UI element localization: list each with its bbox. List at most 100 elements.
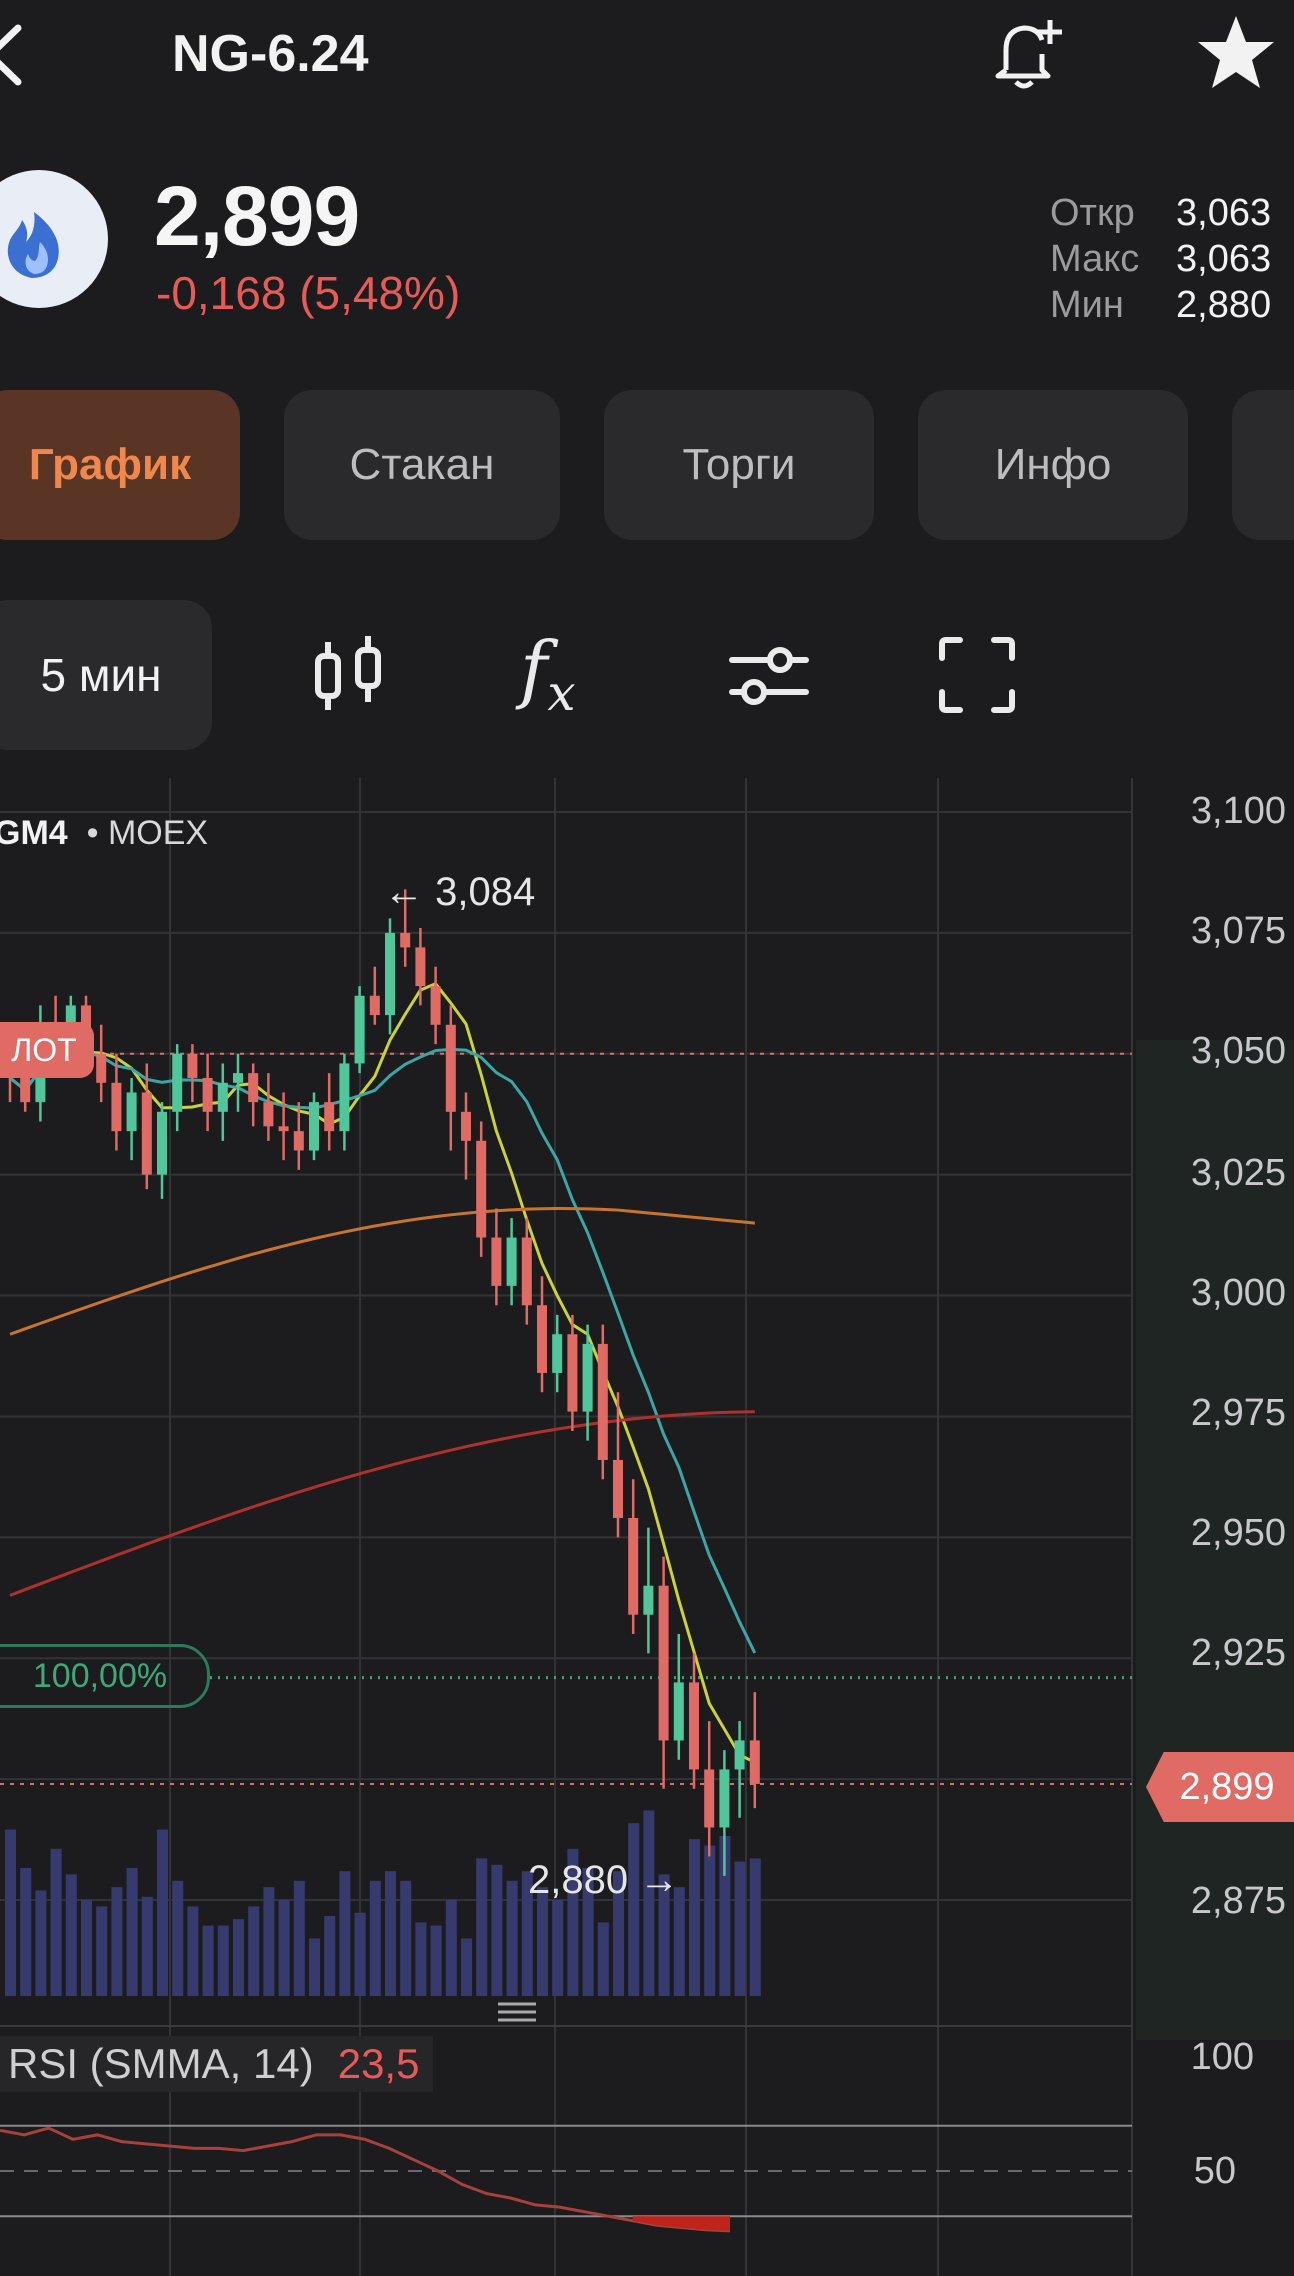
candle-body — [309, 1102, 319, 1151]
candle-body — [704, 1769, 715, 1828]
volume-bar — [172, 1880, 184, 1996]
favorite-star-icon[interactable] — [1196, 12, 1276, 92]
y-axis-label: 3,050 — [1190, 1030, 1286, 1072]
stat-label: Макс — [1050, 238, 1140, 280]
candle-body — [187, 1053, 198, 1078]
volume-bar — [734, 1861, 746, 1996]
candle-body — [248, 1073, 259, 1103]
volume-bar — [157, 1829, 168, 1996]
volume-bar — [461, 1938, 472, 1996]
ma-long-line — [9, 1410, 755, 1597]
candle-body — [491, 1237, 502, 1286]
settings-sliders-icon[interactable] — [724, 630, 814, 720]
volume-bar — [111, 1887, 123, 1996]
high-annotation: ← 3,084 — [384, 870, 536, 914]
candle-body — [385, 932, 395, 1016]
y-axis-label: 3,075 — [1190, 910, 1286, 952]
volume-bar — [96, 1906, 108, 1996]
volume-bar — [597, 1922, 609, 1996]
candle-body — [643, 1585, 654, 1615]
candle-body — [567, 1334, 578, 1412]
volume-bar — [126, 1868, 138, 1996]
tab-trades[interactable]: Торги — [604, 390, 874, 540]
candle-body — [157, 1111, 167, 1175]
candle-body — [445, 1024, 456, 1112]
candle-body — [126, 1092, 137, 1132]
candle-body — [233, 1073, 243, 1083]
volume-bar — [506, 1880, 518, 1996]
candle-body — [354, 995, 365, 1064]
candle-body — [369, 995, 380, 1016]
tab-info[interactable]: Инфо — [918, 390, 1188, 540]
candle-body — [324, 1102, 335, 1132]
volume-bar — [369, 1880, 381, 1996]
candle-body — [734, 1740, 745, 1770]
candle-body — [552, 1334, 563, 1373]
candle-body — [339, 1063, 350, 1132]
candle-body — [278, 1126, 289, 1132]
indicators-fx-icon[interactable]: fx — [520, 626, 576, 722]
percent-tag[interactable]: 100,00% — [0, 1644, 210, 1708]
y-axis-label: 2,975 — [1190, 1392, 1286, 1434]
volume-bar — [689, 1839, 700, 1996]
volume-bar — [65, 1874, 77, 1996]
candle-body — [263, 1102, 274, 1127]
volume-bar — [141, 1896, 153, 1996]
day-stats: Откр 3,063 Макс 3,063 Мин 2,880 — [1050, 190, 1271, 328]
candles — [5, 889, 760, 1876]
volume-bar — [187, 1906, 199, 1996]
candle-body — [628, 1517, 639, 1615]
add-alert-bell-icon[interactable] — [988, 14, 1064, 94]
volume-bar — [400, 1880, 412, 1996]
volume-bar — [552, 1900, 564, 1996]
volume-bar — [476, 1858, 488, 1996]
tab-order-book[interactable]: Стакан — [284, 390, 560, 540]
candle-body — [521, 1237, 532, 1306]
instrument-logo — [0, 170, 108, 308]
ma-mid-line — [9, 1047, 757, 1654]
y-axis-label: 2,875 — [1190, 1880, 1286, 1922]
candle-body — [582, 1343, 593, 1412]
volume-bar — [673, 1887, 685, 1996]
y-axis-label: 3,000 — [1190, 1272, 1286, 1314]
y-axis-label: 2,925 — [1190, 1632, 1286, 1674]
fullscreen-icon[interactable] — [932, 630, 1022, 720]
panel-resize-handle-icon[interactable] — [498, 2000, 536, 2024]
volume-bar — [385, 1871, 396, 1996]
rsi-indicator-label[interactable]: RSI (SMMA, 14) 23,5 — [0, 2036, 434, 2092]
volume-bar — [643, 1810, 655, 1996]
y-axis-label: 3,025 — [1190, 1152, 1286, 1194]
candle-body — [673, 1682, 684, 1741]
volume-bar — [749, 1858, 761, 1996]
volume-bar — [324, 1916, 336, 1996]
volume-bar — [628, 1823, 640, 1996]
interval-selector[interactable]: 5 мин — [0, 600, 212, 750]
chart-ticker: GM4 • MOEX — [0, 814, 209, 852]
candlestick-type-icon[interactable] — [304, 630, 394, 720]
last-price: 2,899 — [154, 169, 360, 263]
low-annotation: 2,880 → — [528, 1858, 680, 1902]
lot-tag[interactable]: ЛОТ — [0, 1022, 94, 1078]
volume-bar — [5, 1829, 16, 1996]
candle-body — [172, 1053, 183, 1112]
stat-label: Мин — [1050, 284, 1124, 326]
tab-more[interactable] — [1232, 390, 1294, 540]
volume-bar — [309, 1938, 320, 1996]
candle-body — [749, 1740, 760, 1784]
candle-body — [430, 986, 441, 1025]
candle-body — [506, 1237, 517, 1286]
volume-bar — [354, 1912, 366, 1996]
candle-body — [613, 1459, 623, 1518]
candle-body — [217, 1082, 228, 1112]
volume-bar — [445, 1900, 457, 1996]
volume-bar — [202, 1925, 214, 1996]
volume-bar — [35, 1890, 47, 1996]
tab-chart[interactable]: График — [0, 390, 240, 540]
volume-bar — [233, 1919, 244, 1996]
candle-body — [537, 1305, 547, 1373]
price-change: -0,168 (5,48%) — [156, 267, 461, 319]
candle-body — [719, 1769, 730, 1828]
back-icon[interactable] — [0, 20, 48, 90]
y-axis-label: 3,100 — [1190, 790, 1286, 832]
stat-value: 2,880 — [1176, 284, 1272, 326]
